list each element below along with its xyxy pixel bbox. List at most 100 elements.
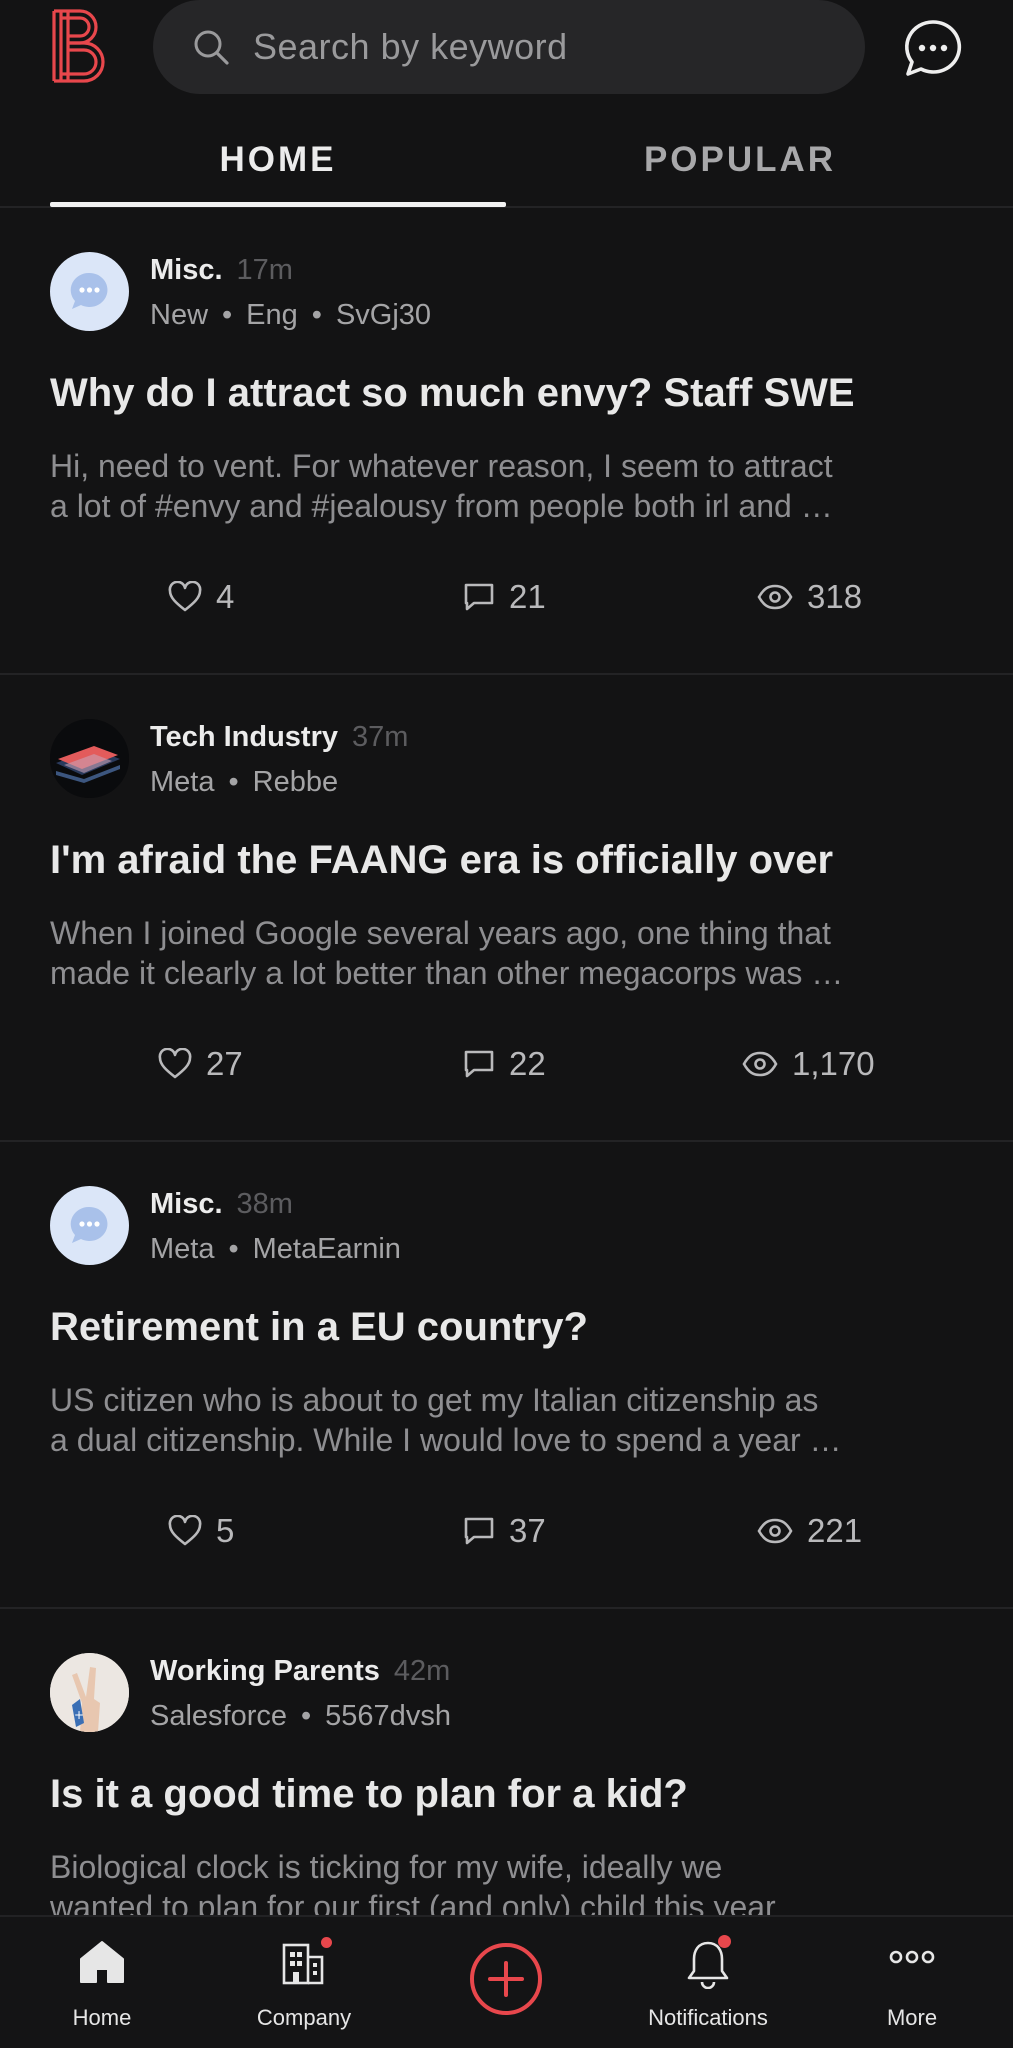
- tab-home[interactable]: HOME: [50, 130, 506, 208]
- add-circle-icon: [470, 1943, 542, 2015]
- comment-button[interactable]: 37: [463, 1506, 546, 1556]
- eye-icon: [742, 1051, 778, 1077]
- post-card[interactable]: Tech Industry 37m Meta • Rebbe I'm afraid t…: [0, 675, 1013, 1142]
- post-meta: Salesforce • 5567dvsh: [150, 1698, 451, 1734]
- like-count: 4: [216, 578, 235, 615]
- view-count: 1,170: [792, 1045, 875, 1082]
- blind-logo[interactable]: [50, 8, 106, 84]
- channel-name[interactable]: Tech Industry: [150, 721, 338, 753]
- nav-label-home: Home: [72, 2005, 132, 2030]
- post-channel[interactable]: Tech Industry 37m: [150, 719, 408, 755]
- nav-more[interactable]: More: [812, 1917, 1012, 2048]
- eye-icon: [757, 1518, 793, 1544]
- post-title[interactable]: Is it a good time to plan for a kid?: [50, 1769, 970, 1819]
- like-button[interactable]: 27: [158, 1039, 243, 1089]
- nav-company[interactable]: Company: [204, 1917, 404, 2048]
- post-meta: Meta • Rebbe: [150, 764, 338, 800]
- post-channel[interactable]: Misc. 17m: [150, 252, 293, 288]
- meta-item: New: [150, 299, 209, 331]
- post-feed: Misc. 17m New • Eng • SvGj30 Why do I attract…: [0, 208, 1013, 2048]
- nav-create-post[interactable]: [406, 1917, 606, 2048]
- heart-icon: [168, 1515, 202, 1546]
- tab-popular[interactable]: POPULAR: [512, 130, 968, 208]
- snippet-line: Biological clock is ticking for my wife,…: [50, 1849, 723, 1885]
- snippet-line: a dual citizenship. While I would love t…: [50, 1422, 842, 1458]
- search-input[interactable]: [253, 0, 833, 94]
- post-title[interactable]: Retirement in a EU country?: [50, 1302, 970, 1352]
- snippet-line: US citizen who is about to get my Italia…: [50, 1382, 819, 1418]
- post-card[interactable]: Misc. 38m Meta • MetaEarnin Retirement in a…: [0, 1142, 1013, 1609]
- snippet-line: When I joined Google several years ago, …: [50, 915, 831, 951]
- like-button[interactable]: 5: [168, 1506, 234, 1556]
- active-tab-indicator: [50, 202, 506, 207]
- post-stats: 4 21 318: [0, 572, 1013, 622]
- more-icon: [889, 1950, 935, 1964]
- like-count: 27: [206, 1045, 243, 1082]
- post-card[interactable]: Misc. 17m New • Eng • SvGj30 Why do I attract…: [0, 208, 1013, 675]
- company-icon: [282, 1943, 324, 1985]
- view-count-stat: 221: [757, 1506, 862, 1556]
- snippet-line: a lot of #envy and #jealousy from people…: [50, 488, 833, 524]
- company-badge-dot: [321, 1937, 332, 1948]
- post-time: 42m: [393, 1655, 451, 1687]
- heart-icon: [168, 581, 202, 612]
- comment-icon: [464, 583, 494, 611]
- separator-dot: •: [311, 299, 322, 331]
- heart-icon: [158, 1048, 192, 1079]
- comment-count: 21: [509, 578, 546, 615]
- channel-name[interactable]: Misc.: [150, 254, 223, 286]
- comment-count: 22: [509, 1045, 546, 1082]
- post-title[interactable]: Why do I attract so much envy? Staff SWE: [50, 368, 970, 418]
- comment-button[interactable]: 21: [463, 572, 546, 622]
- post-title[interactable]: I'm afraid the FAANG era is officially o…: [50, 835, 970, 885]
- eye-icon: [757, 584, 793, 610]
- nav-label-more: More: [886, 2005, 938, 2030]
- tech-industry-image: [50, 719, 129, 798]
- comment-icon: [464, 1050, 494, 1078]
- post-snippet: US citizen who is about to get my Italia…: [50, 1380, 965, 1460]
- view-count: 318: [807, 578, 863, 615]
- separator-dot: •: [301, 1700, 312, 1732]
- snippet-line: Hi, need to vent. For whatever reason, I…: [50, 448, 833, 484]
- post-time: 17m: [236, 254, 293, 286]
- feed-tabs: HOME POPULAR: [0, 130, 1013, 208]
- view-count: 221: [807, 1512, 863, 1549]
- post-snippet: When I joined Google several years ago, …: [50, 913, 965, 993]
- chat-bubble-icon[interactable]: [903, 18, 963, 78]
- post-stats: 27 22 1,170: [0, 1039, 1013, 1089]
- post-channel[interactable]: Working Parents 42m: [150, 1653, 450, 1689]
- nav-home[interactable]: Home: [2, 1917, 202, 2048]
- snippet-line: made it clearly a lot better than other …: [50, 955, 844, 991]
- channel-name[interactable]: Working Parents: [150, 1655, 380, 1687]
- meta-company: Eng: [246, 299, 298, 331]
- post-time: 38m: [236, 1188, 293, 1220]
- channel-name[interactable]: Misc.: [150, 1188, 223, 1220]
- post-meta: New • Eng • SvGj30: [150, 297, 431, 333]
- misc-chat-icon: [50, 252, 129, 331]
- like-count: 5: [216, 1512, 235, 1549]
- nav-label-notifications: Notifications: [648, 2005, 768, 2030]
- post-channel[interactable]: Misc. 38m: [150, 1186, 293, 1222]
- meta-username: 5567dvsh: [325, 1700, 451, 1732]
- meta-company: Meta: [150, 1233, 215, 1265]
- meta-username: Rebbe: [252, 766, 339, 798]
- post-stats: 5 37 221: [0, 1506, 1013, 1556]
- svg-text:+: +: [74, 1708, 84, 1722]
- meta-username: MetaEarnin: [252, 1233, 401, 1265]
- comment-button[interactable]: 22: [463, 1039, 546, 1089]
- separator-dot: •: [228, 1233, 239, 1265]
- post-time: 37m: [352, 721, 409, 753]
- view-count-stat: 1,170: [742, 1039, 875, 1089]
- like-button[interactable]: 4: [168, 572, 234, 622]
- post-meta: Meta • MetaEarnin: [150, 1231, 401, 1267]
- meta-company: Salesforce: [150, 1700, 288, 1732]
- working-parents-image: +: [50, 1653, 129, 1732]
- app-header: [0, 0, 1013, 100]
- nav-label-company: Company: [256, 2005, 352, 2030]
- misc-chat-icon: [50, 1186, 129, 1265]
- separator-dot: •: [228, 766, 239, 798]
- nav-notifications[interactable]: Notifications: [608, 1917, 808, 2048]
- notifications-badge-dot: [718, 1935, 731, 1948]
- view-count-stat: 318: [757, 572, 862, 622]
- search-bar[interactable]: [153, 0, 865, 94]
